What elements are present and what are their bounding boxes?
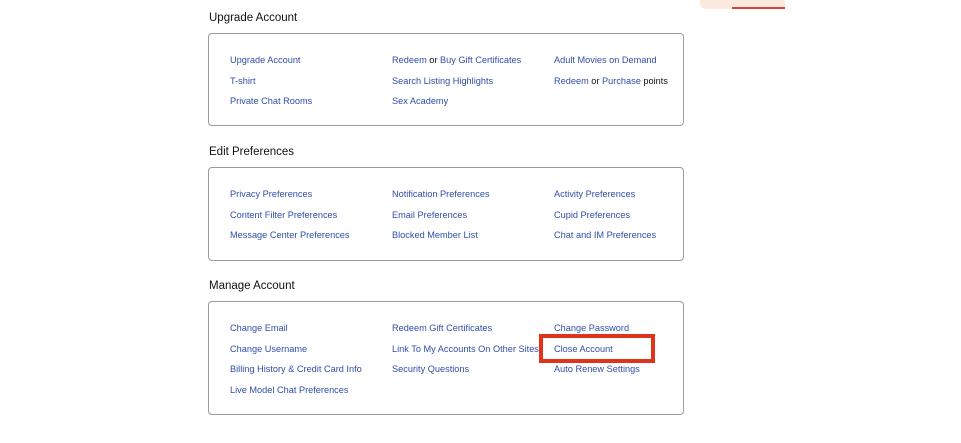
link-item-privacy-preferences[interactable]: Privacy Preferences	[230, 188, 350, 209]
link-sex-academy[interactable]: Sex Academy	[392, 96, 448, 106]
link-buy-gift-certificates[interactable]: Buy Gift Certificates	[440, 55, 521, 65]
link-column: Change Email Change Username Billing Histo…	[230, 322, 362, 404]
link-live-model-chat-preferences[interactable]: Live Model Chat Preferences	[230, 385, 348, 395]
link-item-security-questions[interactable]: Security Questions	[392, 363, 539, 384]
link-billing-history-and-credit-card-info[interactable]: Billing History & Credit Card Info	[230, 364, 362, 374]
link-auto-renew-settings[interactable]: Auto Renew Settings	[554, 364, 640, 374]
banner-accent	[732, 7, 785, 9]
link-purchase[interactable]: Purchase	[602, 76, 641, 86]
link-column: Upgrade Account T-shirt Private Chat Rooms	[230, 54, 312, 116]
link-column: Notification Preferences Email Preference…	[392, 188, 490, 250]
link-cupid-preferences[interactable]: Cupid Preferences	[554, 210, 630, 220]
link-item-change-email[interactable]: Change Email	[230, 322, 362, 343]
link-item-t-shirt[interactable]: T-shirt	[230, 75, 312, 96]
link-content-filter-preferences[interactable]: Content Filter Preferences	[230, 210, 337, 220]
close-account-highlight-box	[539, 334, 655, 363]
section-title-edit-preferences: Edit Preferences	[209, 146, 295, 158]
link-change-username[interactable]: Change Username	[230, 344, 307, 354]
link-private-chat-rooms[interactable]: Private Chat Rooms	[230, 96, 312, 106]
link-item-notification-preferences[interactable]: Notification Preferences	[392, 188, 490, 209]
link-change-email[interactable]: Change Email	[230, 323, 288, 333]
link-activity-preferences[interactable]: Activity Preferences	[554, 189, 635, 199]
link-item-adult-movies-on-demand[interactable]: Adult Movies on Demand	[554, 54, 668, 75]
link-item-redeem-or-buy-gift-certificates: Redeem or Buy Gift Certificates	[392, 54, 521, 75]
link-redeem-gift-certificates[interactable]: Redeem Gift Certificates	[392, 323, 492, 333]
link-column: Redeem Gift Certificates Link To My Accou…	[392, 322, 539, 384]
link-item-content-filter-preferences[interactable]: Content Filter Preferences	[230, 209, 350, 230]
link-item-sex-academy[interactable]: Sex Academy	[392, 95, 521, 116]
link-security-questions[interactable]: Security Questions	[392, 364, 469, 374]
link-item-blocked-member-list[interactable]: Blocked Member List	[392, 229, 490, 250]
link-chat-and-im-preferences[interactable]: Chat and IM Preferences	[554, 230, 656, 240]
link-privacy-preferences[interactable]: Privacy Preferences	[230, 189, 312, 199]
link-item-email-preferences[interactable]: Email Preferences	[392, 209, 490, 230]
link-email-preferences[interactable]: Email Preferences	[392, 210, 467, 220]
link-search-listing-highlights[interactable]: Search Listing Highlights	[392, 76, 493, 86]
link-notification-preferences[interactable]: Notification Preferences	[392, 189, 490, 199]
link-blocked-member-list[interactable]: Blocked Member List	[392, 230, 478, 240]
link-change-password[interactable]: Change Password	[554, 323, 629, 333]
link-column: Adult Movies on Demand Redeem or Purchase…	[554, 54, 668, 95]
link-item-redeem-or-purchase-points: Redeem or Purchase points	[554, 75, 668, 96]
link-t-shirt[interactable]: T-shirt	[230, 76, 256, 86]
link-column: Redeem or Buy Gift Certificates Search Li…	[392, 54, 521, 116]
link-redeem[interactable]: Redeem	[392, 55, 427, 65]
link-adult-movies-on-demand[interactable]: Adult Movies on Demand	[554, 55, 657, 65]
link-upgrade-account[interactable]: Upgrade Account	[230, 55, 301, 65]
link-link-to-my-accounts-on-other-sites[interactable]: Link To My Accounts On Other Sites	[392, 344, 539, 354]
link-separator-text: or	[588, 75, 603, 86]
link-item-upgrade-account[interactable]: Upgrade Account	[230, 54, 312, 75]
link-separator-text: points	[640, 75, 668, 86]
link-item-activity-preferences[interactable]: Activity Preferences	[554, 188, 656, 209]
link-column: Activity Preferences Cupid Preferences Cha…	[554, 188, 656, 250]
link-item-cupid-preferences[interactable]: Cupid Preferences	[554, 209, 656, 230]
edit-preferences-panel: Privacy Preferences Content Filter Prefer…	[208, 167, 684, 261]
link-item-redeem-gift-certificates[interactable]: Redeem Gift Certificates	[392, 322, 539, 343]
upgrade-account-panel: Upgrade Account T-shirt Private Chat Rooms…	[208, 33, 684, 126]
section-title-manage-account: Manage Account	[209, 280, 295, 292]
link-item-private-chat-rooms[interactable]: Private Chat Rooms	[230, 95, 312, 116]
link-item-live-model-chat-preferences[interactable]: Live Model Chat Preferences	[230, 384, 362, 405]
link-item-billing-history-and-credit-card-info[interactable]: Billing History & Credit Card Info	[230, 363, 362, 384]
link-item-chat-and-im-preferences[interactable]: Chat and IM Preferences	[554, 229, 656, 250]
link-item-search-listing-highlights[interactable]: Search Listing Highlights	[392, 75, 521, 96]
section-title-upgrade-account: Upgrade Account	[209, 12, 298, 24]
link-item-change-username[interactable]: Change Username	[230, 343, 362, 364]
top-right-banner	[700, 0, 785, 9]
link-item-link-to-my-accounts-on-other-sites[interactable]: Link To My Accounts On Other Sites	[392, 343, 539, 364]
link-message-center-preferences[interactable]: Message Center Preferences	[230, 230, 350, 240]
link-separator-text: or	[426, 55, 441, 65]
link-column: Privacy Preferences Content Filter Prefer…	[230, 188, 350, 250]
link-item-message-center-preferences[interactable]: Message Center Preferences	[230, 229, 350, 250]
link-item-auto-renew-settings[interactable]: Auto Renew Settings	[554, 363, 640, 384]
link-redeem[interactable]: Redeem	[554, 76, 589, 86]
